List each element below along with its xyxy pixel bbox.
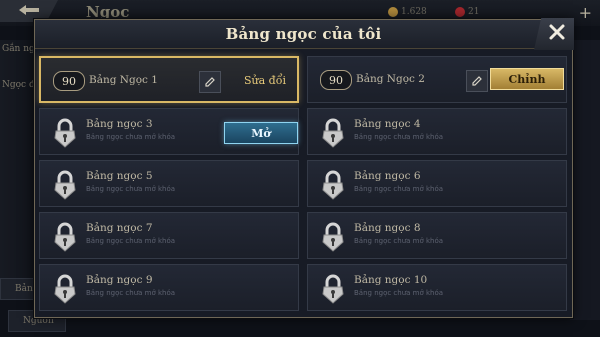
edit-icon[interactable] [466,70,488,92]
right-panel [570,40,600,320]
locked-subtitle: Bảng ngọc chưa mở khóa [86,133,176,141]
rune-page-9[interactable]: Bảng ngọc 9 Bảng ngọc chưa mở khóa [39,264,299,311]
rune-page-3[interactable]: Bảng ngọc 3 Bảng ngọc chưa mở khóa Mở [39,108,299,155]
unlock-button[interactable]: Mở [224,122,298,144]
rune-page-name: Bảng ngọc 7 [86,222,153,234]
rune-page-7[interactable]: Bảng ngọc 7 Bảng ngọc chưa mở khóa [39,212,299,259]
lock-icon [322,222,344,252]
left-panel [0,40,36,300]
locked-subtitle: Bảng ngọc chưa mở khóa [354,133,444,141]
lock-icon [54,118,76,148]
plus-icon[interactable]: + [579,3,592,22]
rune-page-name: Bảng Ngọc 1 [89,74,158,86]
rune-page-grid: 90 Bảng Ngọc 1 Sửa đổi 90 Bảng Ngọc 2 Ch… [39,56,568,314]
left-label-2: Ngọc đ [2,80,35,90]
rune-page-name: Bảng ngọc 4 [354,118,421,130]
rune-page-name: Bảng ngọc 8 [354,222,421,234]
level-badge: 90 [53,71,85,91]
lock-icon [54,274,76,304]
lock-icon [322,274,344,304]
rune-page-name: Bảng ngọc 5 [86,170,153,182]
gem-counter: 21 [455,7,479,17]
rune-page-6[interactable]: Bảng ngọc 6 Bảng ngọc chưa mở khóa [307,160,567,207]
dialog-title: Bảng ngọc của tôi [225,25,382,43]
rune-page-10[interactable]: Bảng ngọc 10 Bảng ngọc chưa mở khóa [307,264,567,311]
rune-pages-dialog: Bảng ngọc của tôi 90 Bảng Ngọc 1 Sửa đổi… [34,18,574,318]
rune-page-name: Bảng ngọc 6 [354,170,421,182]
locked-subtitle: Bảng ngọc chưa mở khóa [86,237,176,245]
rune-page-1[interactable]: 90 Bảng Ngọc 1 Sửa đổi [39,56,299,103]
rune-page-2[interactable]: 90 Bảng Ngọc 2 Chỉnh [307,56,567,103]
lock-icon [322,118,344,148]
rune-page-name: Bảng Ngọc 2 [356,73,425,85]
lock-icon [54,170,76,200]
close-icon [542,23,566,45]
rune-page-8[interactable]: Bảng ngọc 8 Bảng ngọc chưa mở khóa [307,212,567,259]
edit-icon[interactable] [199,71,221,93]
gem-icon [455,7,465,17]
adjust-button[interactable]: Chỉnh [490,68,564,90]
gold-counter: 1.628 [388,7,427,17]
locked-subtitle: Bảng ngọc chưa mở khóa [354,237,444,245]
rune-page-name: Bảng ngọc 9 [86,274,153,286]
rune-page-5[interactable]: Bảng ngọc 5 Bảng ngọc chưa mở khóa [39,160,299,207]
locked-subtitle: Bảng ngọc chưa mở khóa [354,289,444,297]
locked-subtitle: Bảng ngọc chưa mở khóa [86,289,176,297]
back-icon [17,2,41,21]
lock-icon [322,170,344,200]
level-badge: 90 [320,70,352,90]
rune-page-4[interactable]: Bảng ngọc 4 Bảng ngọc chưa mở khóa [307,108,567,155]
dialog-header: Bảng ngọc của tôi [35,20,572,49]
rune-page-name: Bảng ngọc 3 [86,118,153,130]
rune-page-name: Bảng ngọc 10 [354,274,428,286]
edit-page-button[interactable]: Sửa đổi [244,74,286,87]
lock-icon [54,222,76,252]
locked-subtitle: Bảng ngọc chưa mở khóa [354,185,444,193]
coin-icon [388,7,398,17]
locked-subtitle: Bảng ngọc chưa mở khóa [86,185,176,193]
